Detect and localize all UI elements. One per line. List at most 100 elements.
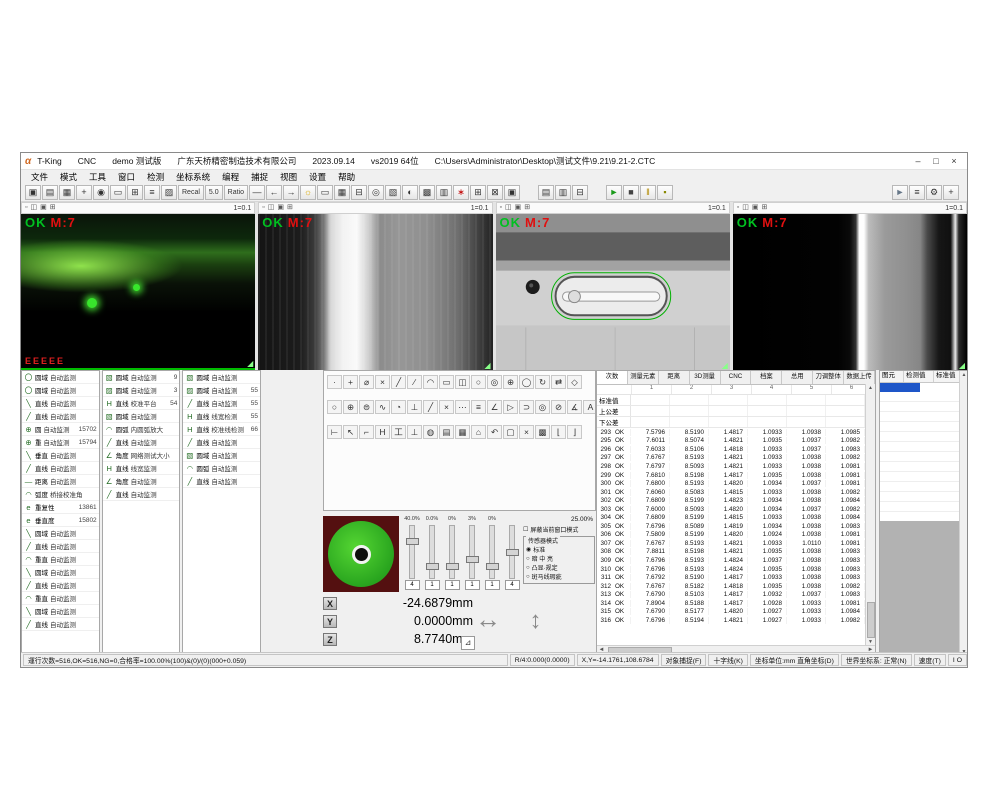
slider-track[interactable] (489, 525, 495, 579)
tolerance-cell[interactable] (787, 395, 826, 405)
measure-tool-button[interactable]: × (519, 425, 534, 439)
toolbar-button[interactable]: + (76, 185, 92, 200)
standards-row[interactable] (880, 412, 968, 422)
tolerance-cell[interactable] (826, 406, 865, 416)
axis-x-button[interactable]: X (323, 597, 337, 610)
light-slider[interactable]: 4 (502, 516, 522, 600)
tolerance-cell[interactable] (709, 417, 748, 427)
measure-tool-button[interactable]: H (375, 425, 390, 439)
table-row[interactable]: 316OK7.67968.51941.48211.09271.09331.098… (597, 616, 866, 625)
list-item[interactable]: ╱直线自动监测 (22, 410, 99, 423)
standards-row[interactable] (880, 442, 968, 452)
toolbar-button[interactable]: ▣ (504, 185, 520, 200)
slider-track[interactable] (449, 525, 455, 579)
table-vertical-scrollbar[interactable]: ▲ ▼ (865, 384, 875, 646)
standards-row[interactable] (880, 462, 968, 472)
list-item[interactable]: ╲直线自动监测 (22, 397, 99, 410)
measure-tool-button[interactable]: ○ (327, 400, 342, 414)
toolbar-button[interactable]: ← (266, 185, 282, 200)
menu-item[interactable]: 帮助 (332, 171, 361, 183)
table-row[interactable]: 309OK7.67968.51931.48241.09371.09381.098… (597, 556, 866, 565)
measure-tool-button[interactable]: + (343, 375, 358, 389)
list-item[interactable]: ◠弧度桥接校准角 (22, 488, 99, 501)
table-row[interactable]: 293OK7.57968.51901.48171.09331.09381.098… (597, 428, 866, 437)
table-row[interactable]: 303OK7.60008.50931.48201.09341.09371.098… (597, 505, 866, 514)
list-item[interactable]: ⊕圆自动监测15702 (22, 423, 99, 436)
menu-item[interactable]: 窗口 (112, 171, 141, 183)
menu-item[interactable]: 设置 (303, 171, 332, 183)
jog-vertical-icon[interactable]: ↕ (530, 607, 542, 634)
measure-tool-button[interactable]: × (439, 400, 454, 414)
axis-y-button[interactable]: Y (323, 615, 337, 628)
measure-tool-button[interactable]: · (327, 375, 342, 389)
table-row[interactable]: 307OK7.67678.51931.48211.09331.01101.098… (597, 539, 866, 548)
table-row[interactable]: 315OK7.67908.51771.48201.09271.09331.098… (597, 607, 866, 616)
measure-tool-button[interactable]: ◠ (423, 375, 438, 389)
measure-tool-button[interactable]: ∿ (375, 400, 390, 414)
table-row[interactable]: 305OK7.67968.50891.48191.09341.09381.098… (597, 522, 866, 531)
toolbar-button[interactable]: ⊟ (572, 185, 588, 200)
camera-header-icon[interactable]: ▫ (262, 203, 264, 213)
table-tab[interactable]: 3D测量 (690, 371, 721, 384)
list-item[interactable]: 〇圆域自动监测 (22, 371, 99, 384)
camera-panel-1[interactable]: ▫◫▣⊞1=0.1OKM:7EEEEE◢ (21, 202, 255, 370)
measure-tool-button[interactable]: ◍ (423, 425, 438, 439)
feature-list-3[interactable]: ▧圆域自动监测▨圆域自动监测55╱直线自动监测55H直线线宽检测55H直线校准线… (182, 370, 261, 657)
measure-tool-button[interactable]: ∡ (567, 400, 582, 414)
measure-tool-button[interactable]: ▢ (503, 425, 518, 439)
list-item[interactable]: ╲圆域自动监测 (22, 566, 99, 579)
table-row[interactable]: 311OK7.67928.51901.48171.09331.09381.098… (597, 573, 866, 582)
list-item[interactable]: ╱直线自动监测 (103, 488, 180, 501)
toolbar-button[interactable]: ▤ (42, 185, 58, 200)
light-slider[interactable]: 40.0%4 (402, 516, 422, 600)
list-item[interactable]: ╱直线自动监测 (22, 579, 99, 592)
slider-thumb[interactable] (506, 549, 519, 556)
table-row[interactable]: 308OK7.88118.51981.48211.09351.09381.098… (597, 548, 866, 557)
list-item[interactable]: ▨圆域自动监测3 (103, 384, 180, 397)
camera-view-4[interactable]: OKM:7◢ (733, 214, 967, 370)
list-item[interactable]: ▧圆域自动监测 (103, 410, 180, 423)
measure-tool-button[interactable]: ⊕ (503, 375, 518, 389)
tolerance-cell[interactable] (748, 406, 787, 416)
measure-tool-button[interactable]: ⊜ (359, 400, 374, 414)
camera-view-3[interactable]: OKM:7◢ (496, 214, 730, 370)
toolbar-button[interactable]: → (283, 185, 299, 200)
tolerance-cell[interactable] (826, 395, 865, 405)
maximize-button[interactable]: □ (927, 156, 945, 166)
measure-tool-button[interactable]: ⌀ (359, 375, 374, 389)
measure-tool-button[interactable]: ▩ (535, 425, 550, 439)
camera-view-2[interactable]: OKM:7◢ (258, 214, 492, 370)
list-item[interactable]: ◠圆弧自动监测 (183, 462, 260, 475)
list-item[interactable]: e重复性13861 (22, 501, 99, 514)
toolbar-button[interactable]: ∗ (453, 185, 469, 200)
list-item[interactable]: H直线线宽检测55 (183, 410, 260, 423)
list-item[interactable]: ◠圆弧内圆弧放大 (103, 423, 180, 436)
close-button[interactable]: × (945, 156, 963, 166)
tolerance-cell[interactable] (748, 395, 787, 405)
camera-header-icon[interactable]: ◫ (742, 203, 749, 213)
scroll-thumb[interactable] (867, 602, 875, 638)
slider-thumb[interactable] (486, 563, 499, 570)
standards-row[interactable] (880, 392, 968, 402)
joystick-control[interactable] (328, 521, 394, 587)
measure-tool-button[interactable]: ◎ (535, 400, 550, 414)
menu-item[interactable]: 编程 (216, 171, 245, 183)
light-slider[interactable]: 0.0%1 (422, 516, 442, 600)
joystick-center[interactable] (352, 545, 371, 564)
toolbar-button[interactable]: ⊞ (470, 185, 486, 200)
toolbar-button[interactable]: ▧ (385, 185, 401, 200)
toolbar-button[interactable]: ◉ (93, 185, 109, 200)
standards-row[interactable] (880, 452, 968, 462)
menu-item[interactable]: 检测 (141, 171, 170, 183)
axis-z-button[interactable]: Z (323, 633, 337, 646)
toolbar-button[interactable]: ▥ (436, 185, 452, 200)
toolbar-button[interactable]: Ratio (224, 185, 248, 200)
table-row[interactable]: 314OK7.89048.51881.48171.09281.09331.098… (597, 599, 866, 608)
table-row[interactable]: 302OK7.68098.51991.48231.09341.09381.098… (597, 496, 866, 505)
light-slider[interactable]: 0%1 (442, 516, 462, 600)
measure-tool-button[interactable]: ⌊ (551, 425, 566, 439)
measure-tool-button[interactable]: ⊢ (327, 425, 342, 439)
camera-header-icon[interactable]: ⊞ (761, 203, 767, 213)
table-tab[interactable]: 档案 (751, 371, 782, 384)
measure-tool-button[interactable]: ↻ (535, 375, 550, 389)
